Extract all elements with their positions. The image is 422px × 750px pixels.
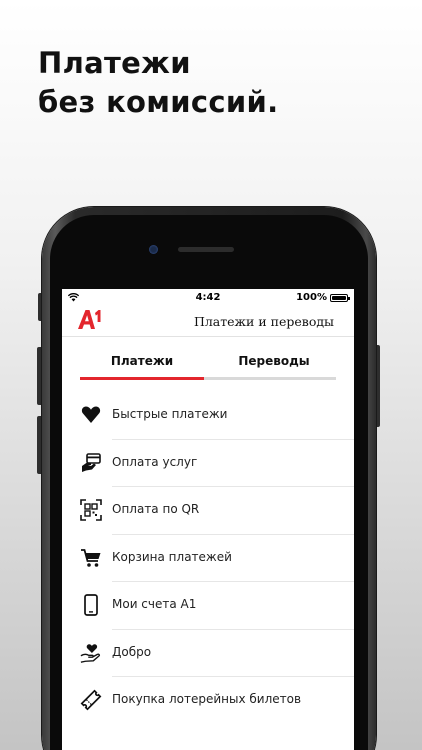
menu-item-pay-qr[interactable]: Оплата по QR xyxy=(62,487,354,535)
menu-item-label: Оплата по QR xyxy=(112,502,200,516)
promo-headline: Платежи без комиссий. xyxy=(38,44,278,122)
menu-item-label: Мои счета А1 xyxy=(112,597,197,611)
tab-bar: Платежи Переводы xyxy=(80,351,336,381)
menu-item-lottery-tickets[interactable]: Покупка лотерейных билетов xyxy=(62,677,354,725)
promo-line-2: без комиссий. xyxy=(38,85,279,119)
menu-item-label: Корзина платежей xyxy=(112,549,232,564)
tab-indicator-active xyxy=(80,377,204,380)
menu-item-my-accounts[interactable]: Мои счета А1 xyxy=(62,582,354,630)
a1-logo xyxy=(78,310,101,329)
menu-item-label: Оплата услуг xyxy=(112,454,198,469)
payments-menu: Быстрые платежи Оплата услуг Оплата по Q… xyxy=(62,392,354,725)
page-title: Платежи и переводы xyxy=(193,314,334,329)
promo-line-1: Платежи xyxy=(38,46,191,80)
menu-item-label: Быстрые платежи xyxy=(112,407,228,421)
qr-code-icon xyxy=(80,499,102,521)
menu-item-pay-services[interactable]: Оплата услуг xyxy=(62,440,354,487)
battery-icon xyxy=(330,294,350,302)
tab-payments[interactable]: Платежи xyxy=(80,351,204,373)
front-camera xyxy=(149,245,158,254)
menu-item-charity[interactable]: Добро xyxy=(62,630,354,677)
menu-item-label: Покупка лотерейных билетов xyxy=(112,692,302,706)
app-bar: Платежи и переводы xyxy=(62,307,354,337)
menu-item-label: Добро xyxy=(112,644,152,659)
menu-item-quick-payments[interactable]: Быстрые платежи xyxy=(62,392,354,440)
tab-transfers[interactable]: Переводы xyxy=(212,351,336,373)
ticket-icon xyxy=(80,689,102,711)
menu-item-payments-cart[interactable]: Корзина платежей xyxy=(62,535,354,582)
status-bar: 4:42 100% xyxy=(62,289,354,307)
earpiece-speaker xyxy=(178,247,234,252)
heart-icon xyxy=(80,404,102,426)
cart-icon xyxy=(80,547,102,569)
battery-percent: 100% xyxy=(296,292,327,303)
phone-icon xyxy=(80,594,102,616)
card-payment-icon xyxy=(80,452,102,474)
heart-hand-icon xyxy=(80,642,102,664)
phone-screen: 4:42 100% Платежи и переводы Платежи Пер… xyxy=(62,289,354,750)
